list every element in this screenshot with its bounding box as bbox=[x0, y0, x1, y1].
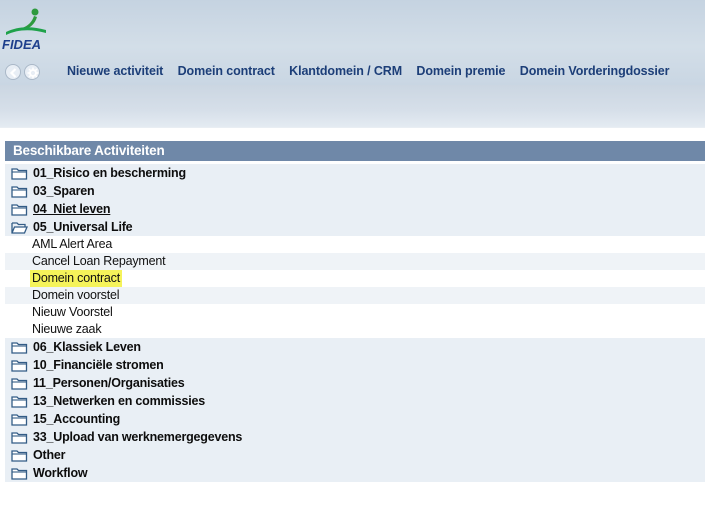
back-arrow-icon bbox=[9, 68, 17, 78]
folder-children: AML Alert Area Cancel Loan Repayment Dom… bbox=[5, 236, 705, 338]
list-item[interactable]: Nieuwe zaak bbox=[5, 321, 705, 338]
folder-row[interactable]: Workflow bbox=[5, 464, 705, 482]
folder-row[interactable]: 03_Sparen bbox=[5, 182, 705, 200]
folder-row[interactable]: 01_Risico en bescherming bbox=[5, 164, 705, 182]
activity-label-highlighted: Domein contract bbox=[30, 270, 123, 287]
folder-icon bbox=[11, 378, 28, 390]
folder-row[interactable]: 04_Niet leven bbox=[5, 200, 705, 218]
folder-row[interactable]: 06_Klassiek Leven bbox=[5, 338, 705, 356]
folder-label: 15_Accounting bbox=[33, 412, 120, 426]
folder-label: 05_Universal Life bbox=[33, 220, 133, 234]
logo-text: FIDEA bbox=[2, 37, 41, 52]
list-item[interactable]: Domein voorstel bbox=[5, 287, 705, 304]
folder-icon bbox=[11, 432, 28, 444]
list-item[interactable]: Cancel Loan Repayment bbox=[5, 253, 705, 270]
activity-label: Nieuwe zaak bbox=[32, 322, 102, 336]
app-header: FIDEA Nieuwe activiteit Domein contract … bbox=[0, 0, 705, 85]
activity-label: Nieuw Voorstel bbox=[32, 305, 113, 319]
activity-label: AML Alert Area bbox=[32, 237, 113, 251]
folder-label: 04_Niet leven bbox=[33, 202, 111, 216]
open-folder-icon bbox=[11, 222, 28, 234]
folder-label: 33_Upload van werknemergegevens bbox=[33, 430, 243, 444]
folder-icon bbox=[11, 342, 28, 354]
nav-nieuwe-activiteit[interactable]: Nieuwe activiteit bbox=[67, 64, 163, 78]
folder-icon bbox=[11, 414, 28, 426]
home-button[interactable] bbox=[24, 64, 40, 80]
nav-domein-vorderingdossier[interactable]: Domein Vorderingdossier bbox=[520, 64, 670, 78]
panel-title: Beschikbare Activiteiten bbox=[5, 141, 705, 161]
folder-icon bbox=[11, 186, 28, 198]
divider bbox=[0, 127, 705, 128]
folder-icon bbox=[11, 360, 28, 372]
nav-domein-contract[interactable]: Domein contract bbox=[178, 64, 275, 78]
folder-row[interactable]: 15_Accounting bbox=[5, 410, 705, 428]
nav-domein-premie[interactable]: Domein premie bbox=[416, 64, 505, 78]
folder-row[interactable]: 11_Personen/Organisaties bbox=[5, 374, 705, 392]
logo-figure-icon bbox=[6, 8, 46, 35]
folder-icon bbox=[11, 450, 28, 462]
folder-icon bbox=[11, 396, 28, 408]
nav-klantdomein-crm[interactable]: Klantdomein / CRM bbox=[289, 64, 402, 78]
folder-row[interactable]: 13_Netwerken en commissies bbox=[5, 392, 705, 410]
activity-label: Cancel Loan Repayment bbox=[32, 254, 166, 268]
folder-icon bbox=[11, 468, 28, 480]
nav-menu: Nieuwe activiteit Domein contract Klantd… bbox=[67, 64, 680, 78]
list-item[interactable]: AML Alert Area bbox=[5, 236, 705, 253]
folder-row[interactable]: Other bbox=[5, 446, 705, 464]
back-button[interactable] bbox=[5, 64, 21, 80]
list-item[interactable]: Domein contract bbox=[5, 270, 705, 287]
folder-label: 11_Personen/Organisaties bbox=[33, 376, 185, 390]
folder-icon bbox=[11, 168, 28, 180]
top-navigation: Nieuwe activiteit Domein contract Klantd… bbox=[0, 60, 705, 84]
activity-tree: 01_Risico en bescherming 03_Sparen 04_Ni… bbox=[5, 164, 705, 482]
list-item[interactable]: Nieuw Voorstel bbox=[5, 304, 705, 321]
folder-label: 03_Sparen bbox=[33, 184, 95, 198]
folder-label: 13_Netwerken en commissies bbox=[33, 394, 205, 408]
toolbar-band bbox=[0, 85, 705, 127]
home-gear-icon bbox=[27, 67, 39, 79]
folder-label: Workflow bbox=[33, 466, 88, 480]
activity-label: Domein voorstel bbox=[32, 288, 120, 302]
folder-label: 06_Klassiek Leven bbox=[33, 340, 141, 354]
folder-label: 01_Risico en bescherming bbox=[33, 166, 186, 180]
folder-row[interactable]: 10_Financiële stromen bbox=[5, 356, 705, 374]
folder-icon bbox=[11, 204, 28, 216]
folder-label: Other bbox=[33, 448, 66, 462]
folder-label: 10_Financiële stromen bbox=[33, 358, 164, 372]
folder-row[interactable]: 05_Universal Life bbox=[5, 218, 705, 236]
fidea-logo: FIDEA bbox=[2, 8, 60, 56]
folder-row[interactable]: 33_Upload van werknemergegevens bbox=[5, 428, 705, 446]
